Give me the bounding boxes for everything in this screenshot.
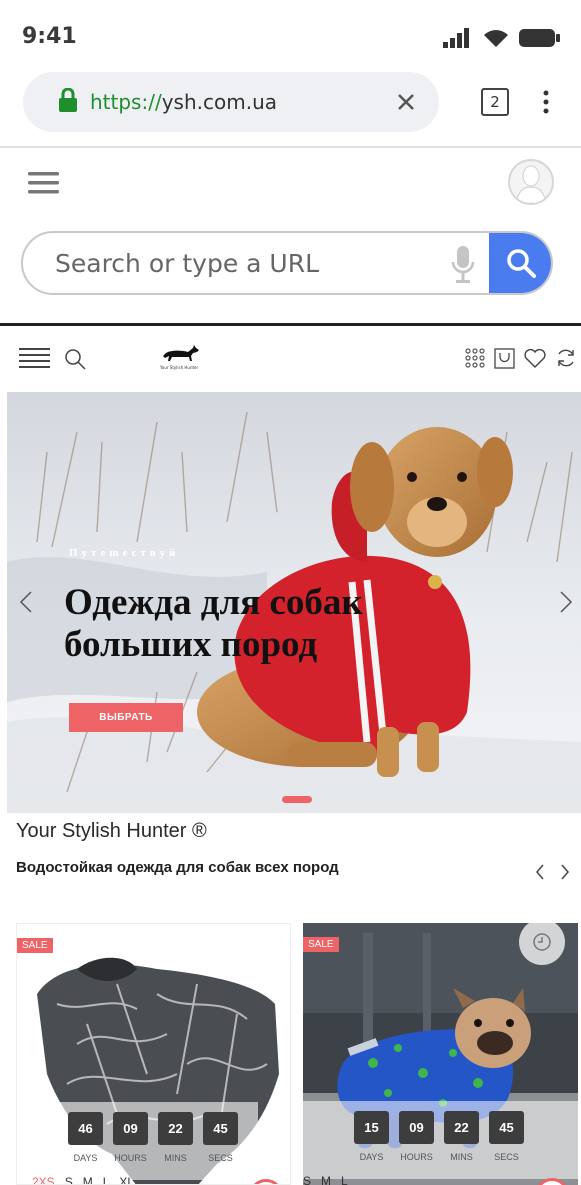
countdown-secs: 45 SECS (489, 1111, 524, 1162)
size-options: S M L (303, 1174, 348, 1185)
hero-title: Одежда для собак больших пород (64, 582, 484, 666)
size-option[interactable]: S (65, 1175, 73, 1184)
countdown-days: 15 DAYS (354, 1111, 389, 1162)
site-header-actions (465, 347, 577, 369)
site-logo[interactable] (160, 344, 200, 364)
countdown-mins: 22 MINS (444, 1111, 479, 1162)
slider-indicator[interactable] (282, 796, 312, 803)
size-option[interactable]: L (103, 1175, 110, 1184)
countdown-days: 46 DAYS (68, 1112, 103, 1163)
url-scheme: https:// (90, 90, 162, 114)
more-icon[interactable] (538, 89, 554, 117)
size-option[interactable]: S (303, 1174, 311, 1185)
mic-icon[interactable] (451, 244, 475, 284)
countdown-timer: 15 DAYS 09 HOURS 22 MINS 45 SECS (303, 1101, 578, 1179)
size-option[interactable]: XL (119, 1175, 134, 1184)
page-divider (0, 323, 581, 326)
sale-badge: SALE (17, 938, 53, 953)
chrome-divider (0, 146, 581, 148)
clear-icon[interactable] (395, 91, 417, 113)
cart-icon[interactable] (494, 347, 515, 369)
address-bar[interactable]: https://ysh.com.ua (23, 72, 439, 132)
size-option[interactable]: M (83, 1175, 93, 1184)
new-tab-search[interactable]: Search or type a URL (21, 231, 553, 295)
section-subtitle: Водостойкая одежда для собак всех пород (16, 859, 339, 876)
countdown-hours: 09 HOURS (113, 1112, 148, 1163)
hero-title-line2: больших пород (64, 624, 318, 665)
grid-icon[interactable] (465, 348, 485, 368)
url-text[interactable]: https://ysh.com.ua (90, 90, 277, 114)
site-header: Your Stylish Hunter (0, 330, 581, 386)
search-input[interactable]: Search or type a URL (55, 249, 319, 278)
countdown-timer: 46 DAYS 09 HOURS 22 MINS 45 SECS (58, 1102, 258, 1180)
battery-icon (519, 29, 560, 47)
lock-icon (59, 88, 77, 112)
wifi-icon (484, 30, 508, 47)
user-icon (515, 165, 547, 203)
signal-icon (443, 28, 469, 48)
hero-title-line1: Одежда для собак (64, 582, 363, 623)
hero-select-button[interactable]: ВЫБРАТЬ (69, 703, 183, 732)
site-search-icon[interactable] (64, 348, 86, 370)
hamburger-menu-icon[interactable] (28, 171, 59, 195)
countdown-secs: 45 SECS (203, 1112, 238, 1163)
status-time: 9:41 (22, 24, 77, 49)
site-logo-text: Your Stylish Hunter (160, 365, 199, 370)
brand-title: Your Stylish Hunter ® (16, 820, 207, 842)
status-bar: 9:41 (0, 0, 581, 72)
chevron-right-icon[interactable] (559, 590, 573, 614)
countdown-mins: 22 MINS (158, 1112, 193, 1163)
countdown-hours: 09 HOURS (399, 1111, 434, 1162)
carousel-next-icon[interactable] (560, 864, 570, 880)
heart-icon[interactable] (524, 348, 546, 368)
refresh-icon[interactable] (555, 347, 577, 369)
url-host: ysh.com.ua (161, 90, 277, 114)
menu-icon[interactable] (19, 347, 50, 369)
chevron-left-icon[interactable] (19, 590, 33, 614)
size-options: 2XS S M L XL (32, 1175, 134, 1184)
tabs-button[interactable]: 2 (481, 88, 509, 116)
hero-banner[interactable]: Путешествуй Одежда для собак больших пор… (7, 392, 581, 813)
hero-kicker: Путешествуй (69, 547, 180, 559)
product-card[interactable]: SALE 15 DAYS 09 HOURS 22 MINS 45 SECS S … (303, 923, 578, 1185)
search-icon (507, 249, 536, 278)
profile-avatar[interactable] (508, 159, 554, 205)
product-card[interactable]: SALE 46 DAYS 09 HOURS 22 MINS 45 SECS 2X… (16, 923, 291, 1185)
carousel-prev-icon[interactable] (535, 864, 545, 880)
status-icons (443, 28, 561, 48)
search-button[interactable] (489, 233, 551, 293)
size-option[interactable]: M (321, 1174, 331, 1185)
sale-badge: SALE (303, 937, 339, 952)
size-option[interactable]: 2XS (32, 1175, 55, 1184)
size-option[interactable]: L (341, 1174, 348, 1185)
clock-icon (533, 933, 551, 951)
